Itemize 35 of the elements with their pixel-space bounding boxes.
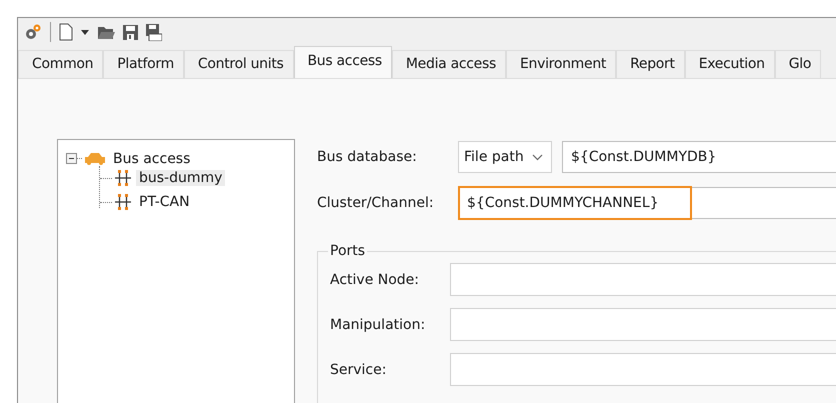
folder-icon[interactable] <box>97 24 115 40</box>
car-icon <box>84 152 106 166</box>
network-icon <box>114 193 132 211</box>
text-field[interactable] <box>450 353 836 386</box>
gears-icon[interactable] <box>24 23 42 41</box>
field-label: Active Node: <box>330 272 420 288</box>
save-all-icon[interactable] <box>146 24 162 40</box>
tab[interactable]: Common <box>18 50 104 78</box>
new-document-icon[interactable] <box>59 23 73 41</box>
chevron-down-icon <box>532 154 543 160</box>
text-field[interactable] <box>450 308 836 341</box>
field-label: Manipulation: <box>330 316 426 332</box>
tree-item[interactable]: Bus access <box>110 150 194 166</box>
tree-item[interactable]: bus-dummy <box>136 170 226 186</box>
cluster-channel-field[interactable]: ${Const.DUMMYCHANNEL} <box>458 187 836 219</box>
network-icon <box>114 169 132 187</box>
tab[interactable]: Bus access <box>294 46 392 78</box>
field-label: Cluster/Channel: <box>317 195 435 211</box>
tree-item[interactable]: PT-CAN <box>136 194 193 210</box>
tab[interactable]: Media access <box>392 50 506 78</box>
tab[interactable]: Execution <box>684 50 775 78</box>
tab[interactable]: Glo <box>774 50 822 78</box>
tab[interactable]: Report <box>616 50 685 78</box>
dropdown-caret-icon[interactable] <box>81 30 89 34</box>
type-dropdown[interactable]: File path <box>458 141 552 173</box>
tab[interactable]: Environment <box>506 50 616 78</box>
tab[interactable]: Platform <box>103 50 184 78</box>
text-field[interactable] <box>450 263 836 296</box>
bus-database-field[interactable]: ${Const.DUMMYDB} <box>562 141 836 173</box>
save-icon[interactable] <box>123 24 138 40</box>
field-label: Bus database: <box>317 149 418 165</box>
collapse-toggle[interactable] <box>66 153 77 164</box>
field-label: Service: <box>330 362 388 378</box>
tab[interactable]: Control units <box>184 50 294 78</box>
group-title: Ports <box>329 243 366 259</box>
